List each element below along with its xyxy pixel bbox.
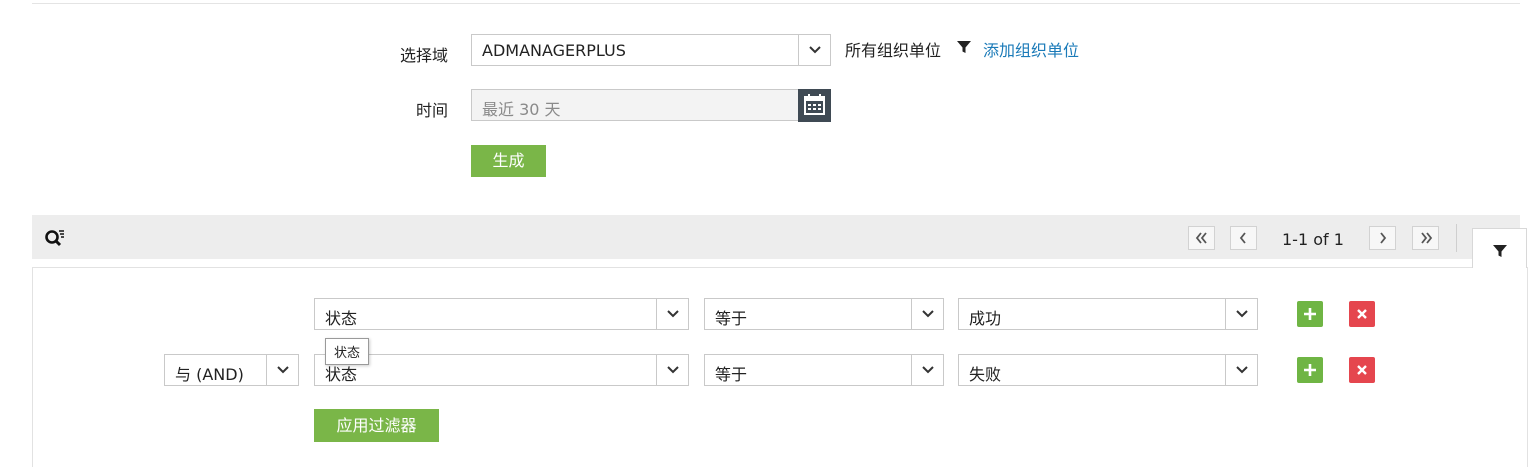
calendar-icon[interactable] [798, 89, 831, 122]
filter-operator-select[interactable]: 等于 [704, 298, 944, 330]
domain-select[interactable]: ADMANAGERPLUS [471, 34, 831, 66]
filter-connector-select[interactable]: 与 (AND) [164, 354, 299, 386]
filter-icon[interactable] [956, 39, 972, 55]
chevron-down-icon[interactable] [1225, 299, 1257, 329]
chevron-down-icon[interactable] [656, 355, 688, 385]
chevron-down-icon[interactable] [1225, 355, 1257, 385]
remove-filter-button[interactable] [1349, 301, 1375, 327]
chevron-down-icon[interactable] [911, 299, 943, 329]
filter-operator-select[interactable]: 等于 [704, 354, 944, 386]
field-tooltip: 状态 [325, 338, 370, 365]
filter-toggle-tab[interactable] [1472, 228, 1527, 268]
filter-value-value: 失败 [969, 365, 1002, 384]
filter-icon [1493, 245, 1507, 257]
plus-icon [1304, 364, 1316, 376]
filter-field-value: 状态 [325, 309, 358, 328]
last-page-button[interactable] [1412, 226, 1439, 250]
top-divider [32, 3, 1520, 4]
time-range-value: 最近 30 天 [482, 100, 561, 119]
time-range-input[interactable]: 最近 30 天 [471, 89, 801, 121]
close-icon [1357, 365, 1367, 375]
chevron-down-icon[interactable] [656, 299, 688, 329]
filter-value-value: 成功 [969, 309, 1002, 328]
pagination-range: 1-1 of 1 [1282, 230, 1344, 249]
filter-field-select[interactable]: 状态 [314, 298, 689, 330]
filter-value-select[interactable]: 成功 [958, 298, 1258, 330]
add-filter-button[interactable] [1297, 357, 1323, 383]
domain-select-value: ADMANAGERPLUS [482, 41, 626, 60]
apply-filter-button[interactable]: 应用过滤器 [314, 409, 439, 442]
filter-field-select[interactable]: 状态 [314, 354, 689, 386]
search-icon[interactable] [44, 228, 66, 248]
remove-filter-button[interactable] [1349, 357, 1375, 383]
add-filter-button[interactable] [1297, 301, 1323, 327]
all-ou-label: 所有组织单位 [845, 41, 942, 60]
previous-page-button[interactable] [1230, 226, 1257, 250]
filter-value-select[interactable]: 失败 [958, 354, 1258, 386]
filter-operator-value: 等于 [715, 309, 748, 328]
chevron-down-icon[interactable] [911, 355, 943, 385]
domain-label: 选择域 [399, 46, 448, 65]
filter-connector-value: 与 (AND) [175, 365, 244, 384]
next-page-button[interactable] [1369, 226, 1396, 250]
close-icon [1357, 309, 1367, 319]
add-ou-link[interactable]: 添加组织单位 [983, 37, 1079, 61]
filter-operator-value: 等于 [715, 365, 748, 384]
time-label: 时间 [415, 101, 448, 120]
generate-button[interactable]: 生成 [471, 145, 546, 177]
toolbar-divider [1456, 224, 1457, 252]
chevron-down-icon[interactable] [266, 355, 298, 385]
chevron-down-icon[interactable] [798, 35, 830, 65]
first-page-button[interactable] [1188, 226, 1215, 250]
plus-icon [1304, 308, 1316, 320]
